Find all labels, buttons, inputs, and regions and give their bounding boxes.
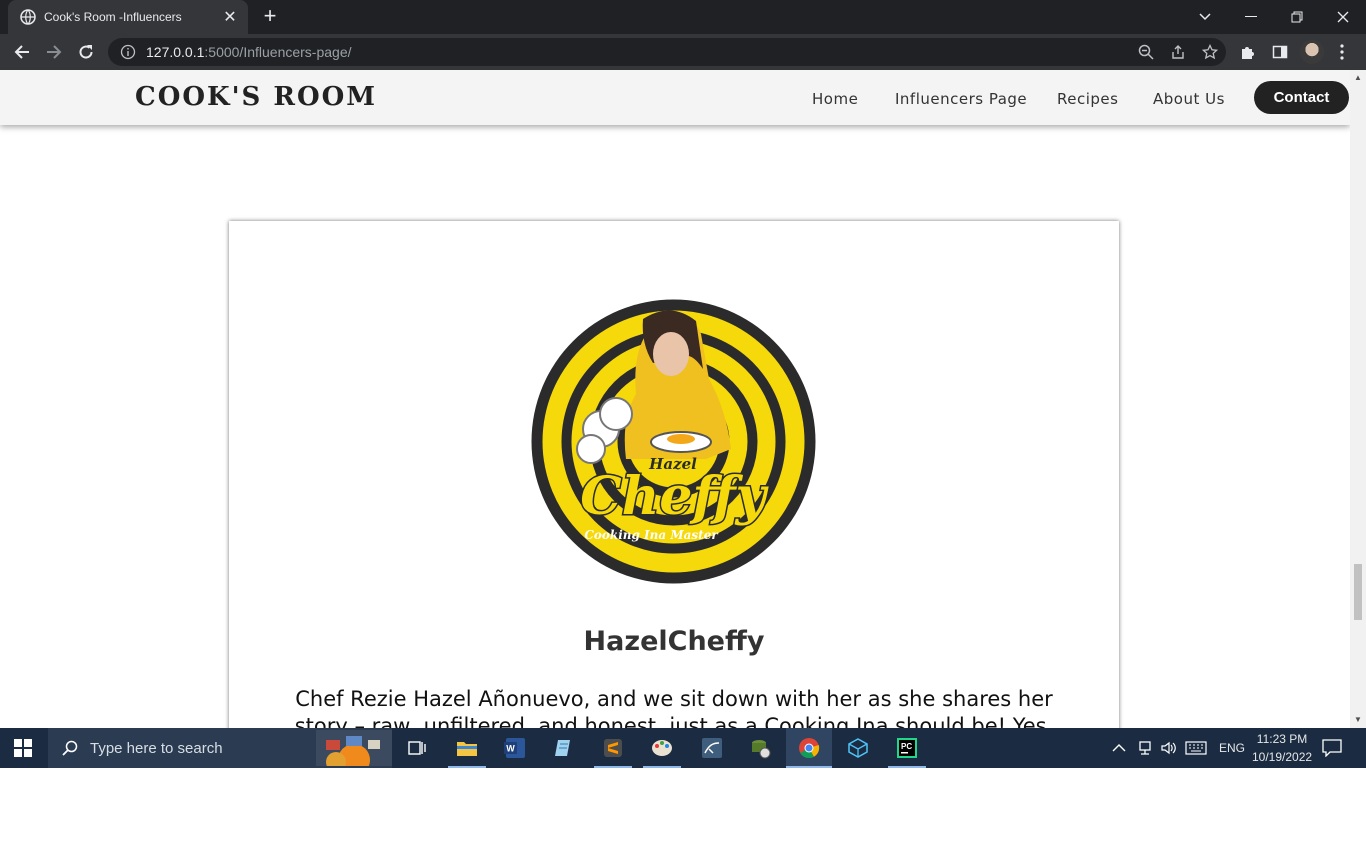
globe-icon (20, 9, 36, 25)
search-placeholder: Type here to search (90, 739, 223, 757)
page-viewport: COOK'S ROOM Home Influencers Page Recipe… (0, 70, 1350, 728)
influencer-bio: Chef Rezie Hazel Añonuevo, and we sit do… (289, 686, 1059, 728)
browser-tab[interactable]: Cook's Room -Influencers ✕ (8, 0, 248, 34)
mysql-workbench-icon[interactable] (689, 728, 735, 768)
close-window-button[interactable] (1320, 0, 1366, 34)
windows-taskbar: Type here to search W PC ENG 11:23 PM 10… (0, 728, 1366, 768)
paint-icon[interactable] (639, 728, 685, 768)
reload-button[interactable] (74, 40, 98, 64)
svg-text:PC: PC (901, 742, 912, 751)
task-view-icon[interactable] (394, 728, 440, 768)
word-icon[interactable]: W (492, 728, 538, 768)
side-panel-icon[interactable] (1268, 40, 1292, 64)
svg-text:Cooking Ina Master: Cooking Ina Master (584, 528, 719, 542)
new-tab-button[interactable]: + (258, 5, 282, 29)
start-button[interactable] (0, 728, 46, 768)
nav-influencers[interactable]: Influencers Page (895, 90, 1027, 108)
bio-line: story – raw, unfiltered, and honest, jus… (294, 714, 1054, 728)
browser-tab-strip: Cook's Room -Influencers ✕ + (0, 0, 1366, 34)
nav-recipes[interactable]: Recipes (1057, 90, 1118, 108)
scrollbar-thumb[interactable] (1354, 564, 1362, 620)
site-logo[interactable]: COOK'S ROOM (135, 82, 377, 112)
volume-icon[interactable] (1160, 728, 1176, 768)
back-arrow-icon (14, 45, 29, 59)
svg-text:W: W (506, 744, 515, 754)
language-indicator[interactable]: ENG (1219, 728, 1245, 768)
back-button[interactable] (10, 40, 34, 64)
restore-button[interactable] (1274, 0, 1320, 34)
info-icon[interactable] (120, 44, 136, 60)
tab-search-icon[interactable] (1182, 0, 1228, 34)
contact-button[interactable]: Contact (1254, 81, 1349, 114)
reload-icon (79, 45, 93, 59)
nav-home[interactable]: Home (812, 90, 858, 108)
page-scrollbar[interactable]: ▲ ▼ (1350, 70, 1366, 728)
file-explorer-icon[interactable] (444, 728, 490, 768)
scroll-down-arrow-icon[interactable]: ▼ (1350, 712, 1366, 728)
share-icon[interactable] (1168, 42, 1188, 62)
notes-app-icon[interactable] (541, 728, 587, 768)
clock-time: 11:23 PM (1256, 732, 1308, 746)
3d-viewer-icon[interactable] (835, 728, 881, 768)
search-icon (62, 740, 78, 756)
extensions-puzzle-icon[interactable] (1236, 40, 1260, 64)
influencer-logo-image: Hazel Cheffy Cooking Ina Master (531, 299, 816, 584)
forward-button[interactable] (42, 40, 66, 64)
zoom-icon[interactable] (1136, 42, 1156, 62)
notifications-icon[interactable] (1322, 728, 1342, 768)
keyboard-icon[interactable] (1185, 728, 1207, 768)
clock-date: 10/19/2022 (1252, 750, 1313, 764)
site-header: COOK'S ROOM Home Influencers Page Recipe… (0, 70, 1350, 125)
influencer-name: HazelCheffy (583, 626, 765, 657)
minimize-button[interactable] (1228, 0, 1274, 34)
browser-toolbar: 127.0.0.1:5000/Influencers-page/ (0, 34, 1366, 70)
blank-area (0, 768, 1366, 864)
tab-title: Cook's Room -Influencers (44, 10, 182, 24)
network-icon[interactable] (1137, 728, 1153, 768)
url-text: 127.0.0.1:5000/Influencers-page/ (146, 44, 352, 60)
influencer-card: Hazel Cheffy Cooking Ina Master HazelChe… (229, 221, 1119, 728)
chrome-menu-icon[interactable] (1330, 40, 1354, 64)
show-hidden-icons-icon[interactable] (1112, 728, 1126, 768)
db-tool-icon[interactable] (737, 728, 783, 768)
nav-about-us[interactable]: About Us (1153, 90, 1225, 108)
pycharm-icon[interactable]: PC (884, 728, 930, 768)
sublime-text-icon[interactable] (590, 728, 636, 768)
taskbar-search[interactable]: Type here to search (48, 728, 392, 768)
chrome-icon[interactable] (786, 728, 832, 768)
bookmark-star-icon[interactable] (1200, 42, 1220, 62)
clock[interactable]: 11:23 PM 10/19/2022 (1252, 728, 1312, 768)
forward-arrow-icon (47, 45, 62, 59)
svg-text:Cheffy: Cheffy (580, 466, 769, 527)
search-highlight-image (316, 730, 392, 766)
windows-logo-icon (14, 739, 32, 757)
profile-avatar[interactable] (1300, 40, 1324, 64)
address-bar[interactable]: 127.0.0.1:5000/Influencers-page/ (108, 38, 1226, 66)
bio-line: Chef Rezie Hazel Añonuevo, and we sit do… (295, 687, 1053, 711)
scroll-up-arrow-icon[interactable]: ▲ (1350, 70, 1366, 86)
tab-close-icon[interactable]: ✕ (218, 7, 242, 27)
